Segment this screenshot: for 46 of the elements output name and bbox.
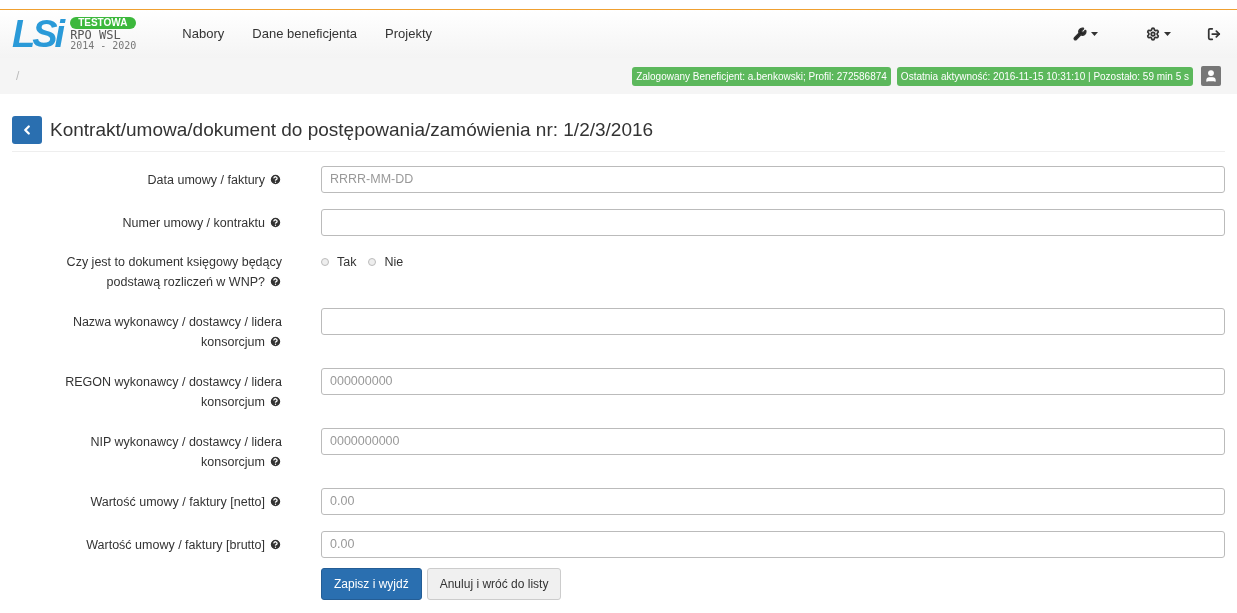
- help-icon[interactable]: [269, 537, 282, 551]
- text-input[interactable]: 0.00: [321, 530, 1225, 558]
- help-icon[interactable]: [269, 494, 282, 508]
- logout-icon: [1207, 27, 1221, 41]
- cancel-button[interactable]: Anuluj i wróć do listy: [426, 567, 562, 600]
- save-button[interactable]: Zapisz i wyjdź: [321, 567, 422, 600]
- page-title: Kontrakt/umowa/dokument do postępowania/zamówienia nr: 1/2/3/2016: [50, 118, 654, 142]
- breadcrumb: /: [16, 68, 20, 85]
- text-input[interactable]: 000000000: [321, 367, 1225, 395]
- user-avatar[interactable]: [1201, 66, 1221, 86]
- field-label: REGON wykonawcy / dostawcy / lidera konsorcjum: [65, 374, 282, 409]
- field-label: Czy jest to dokument księgowy będący podstawą rozliczeń w WNP?: [66, 254, 282, 289]
- radio-option[interactable]: Nie: [368, 252, 404, 272]
- field-label: Numer umowy / kontraktu: [122, 215, 282, 230]
- user-icon: [1204, 69, 1218, 83]
- field-label: Wartość umowy / faktury [brutto]: [86, 537, 282, 552]
- logo-text: RPO WSL: [70, 29, 121, 41]
- text-input[interactable]: 0.00: [321, 487, 1225, 515]
- text-input[interactable]: [321, 208, 1225, 236]
- field-label: Nazwa wykonawcy / dostawcy / lidera konsorcjum: [72, 314, 282, 349]
- help-icon[interactable]: [269, 394, 282, 408]
- text-input[interactable]: RRRR-MM-DD: [321, 165, 1225, 193]
- logo-letters: LSi: [12, 15, 63, 53]
- text-input[interactable]: 0000000000: [321, 427, 1225, 455]
- settings-icon: [1146, 27, 1160, 41]
- nav-link[interactable]: Dane beneficjenta: [238, 24, 372, 44]
- back-button[interactable]: [12, 116, 42, 145]
- logo-years: 2014 - 2020: [70, 41, 137, 51]
- field-label: NIP wykonawcy / dostawcy / lidera konsorcjum: [90, 434, 282, 469]
- field-label: Wartość umowy / faktury [netto]: [90, 494, 282, 509]
- help-icon[interactable]: [269, 172, 282, 186]
- help-icon[interactable]: [269, 215, 282, 229]
- status-badge: Zalogowany Beneficjent: a.benkowski; Profil: 272586874: [632, 66, 891, 86]
- help-icon[interactable]: [269, 454, 282, 468]
- nav-link[interactable]: Projekty: [371, 24, 447, 44]
- status-badge: Ostatnia aktywność: 2016-11-15 10:31:10 | Pozostało: 59 min 5 s: [896, 66, 1193, 86]
- radio-option[interactable]: Tak: [321, 252, 357, 272]
- text-input[interactable]: [321, 307, 1225, 335]
- field-label: Data umowy / faktury: [147, 172, 282, 187]
- wrench-icon: [1073, 27, 1087, 41]
- caret-icon: [1091, 32, 1098, 36]
- help-icon[interactable]: [269, 274, 282, 288]
- caret-icon: [1164, 32, 1171, 36]
- help-icon[interactable]: [269, 334, 282, 348]
- nav-link[interactable]: Nabory: [168, 24, 239, 44]
- logo-badge: TESTOWA: [70, 17, 137, 29]
